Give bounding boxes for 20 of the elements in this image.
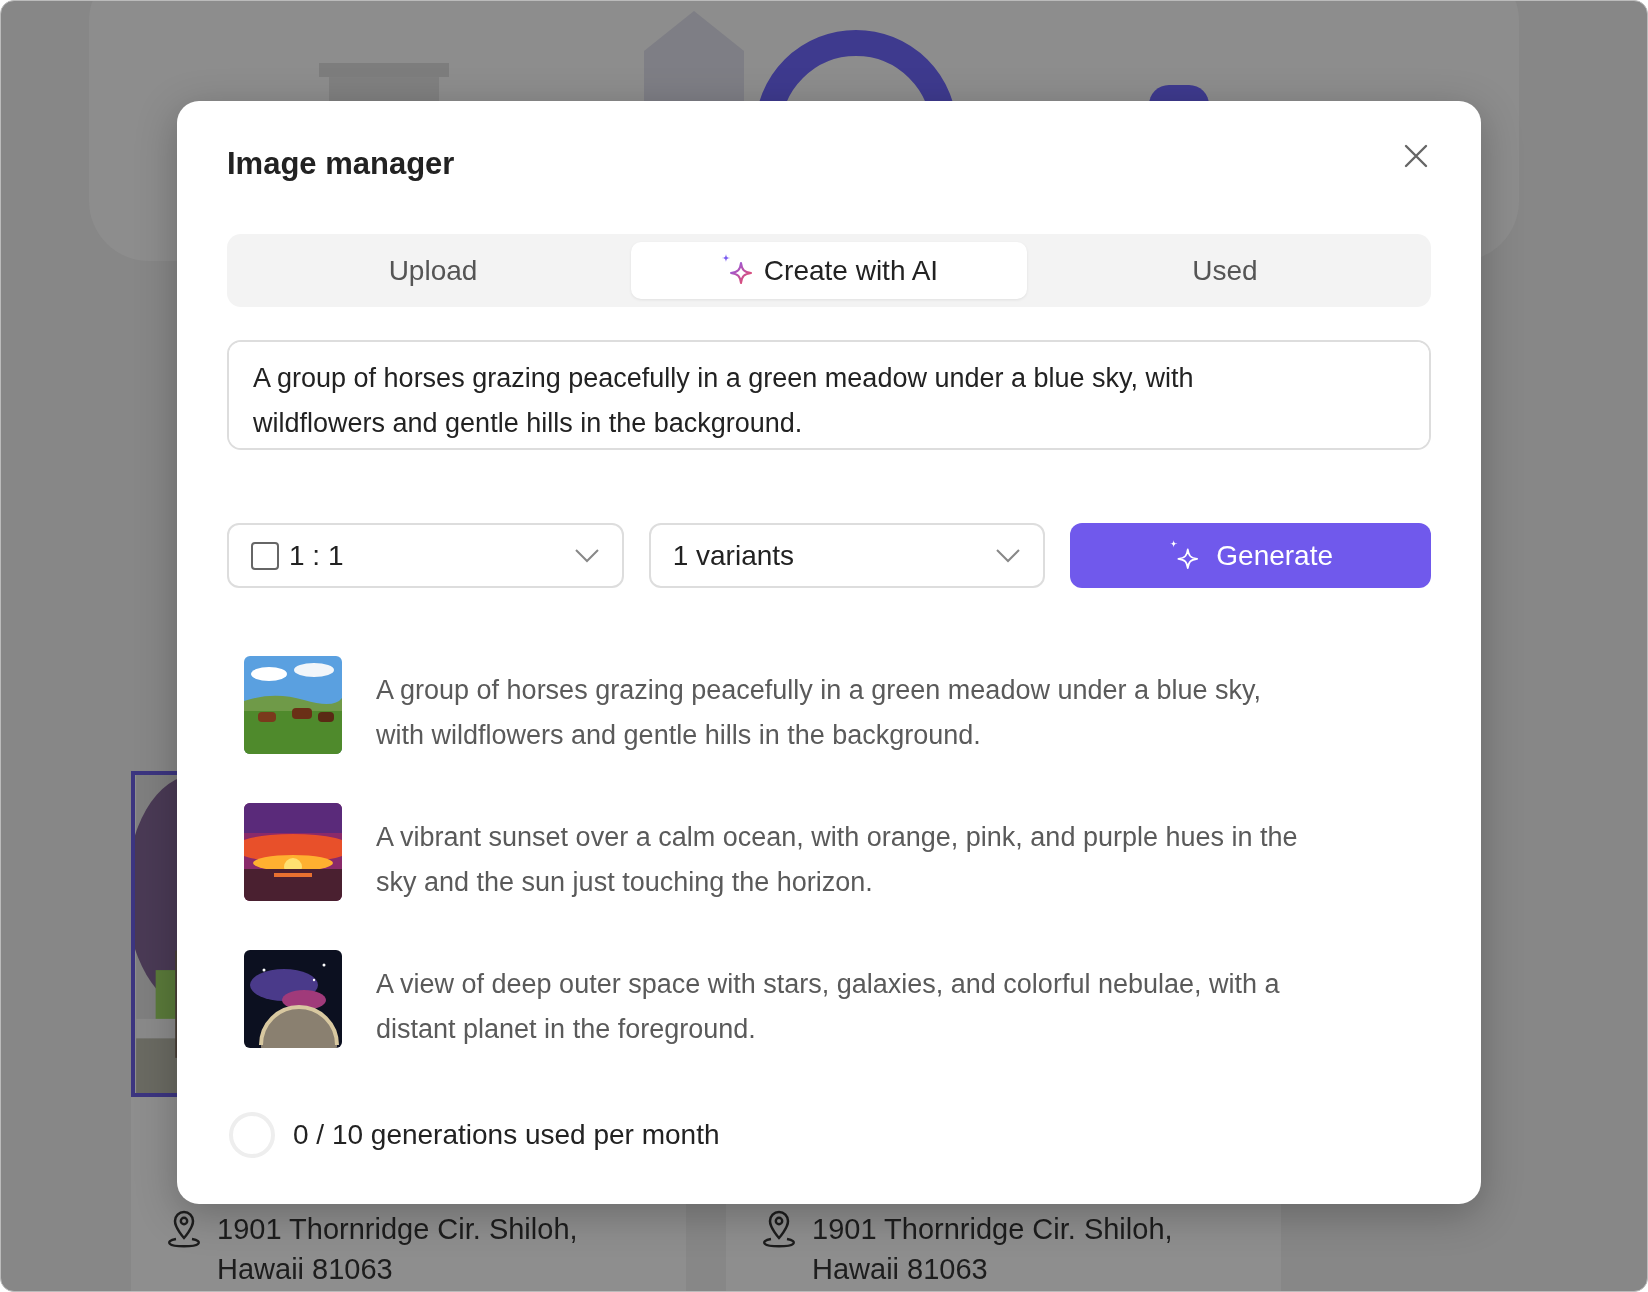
generate-button[interactable]: Generate <box>1070 523 1431 589</box>
location-pin-icon <box>165 1209 203 1249</box>
chevron-down-icon <box>573 547 600 564</box>
chevron-down-icon <box>995 547 1022 564</box>
prompt-text: A view of deep outer space with stars, galaxies, and colorful nebulae, with a distant planet in the foreground. <box>376 968 1281 1047</box>
variants-select[interactable]: 1 variants <box>648 523 1046 589</box>
tab[interactable]: Upload <box>235 242 631 300</box>
tab[interactable]: Create with AI <box>631 242 1027 300</box>
sparkle-icon <box>1168 539 1201 572</box>
location-pin-icon <box>760 1209 798 1249</box>
address-text: 1901 Thornridge Cir. Shiloh, Hawaii 81063 <box>217 1212 578 1287</box>
address-text: 1901 Thornridge Cir. Shiloh, Hawaii 81063 <box>812 1212 1173 1287</box>
dialog-title: Image manager <box>227 145 455 183</box>
aspect-ratio-select[interactable]: 1 : 1 <box>227 523 624 589</box>
usage-text: 0 / 10 generations used per month <box>293 1118 720 1153</box>
checkbox[interactable] <box>251 541 279 570</box>
prompt-text: A group of horses grazing peacefully in a green meadow under a blue sky, with wildflowers and gentle hills in the background. <box>376 674 1263 753</box>
prompt-field[interactable]: A group of horses grazing peacefully in a green meadow under a blue sky, with wildflowers and gentle hills in the background. <box>227 340 1431 451</box>
tab[interactable]: Used <box>1027 242 1423 300</box>
prompt-text: A vibrant sunset over a calm ocean, with orange, pink, and purple hues in the sky and the sun just touching the horizon. <box>376 821 1299 900</box>
